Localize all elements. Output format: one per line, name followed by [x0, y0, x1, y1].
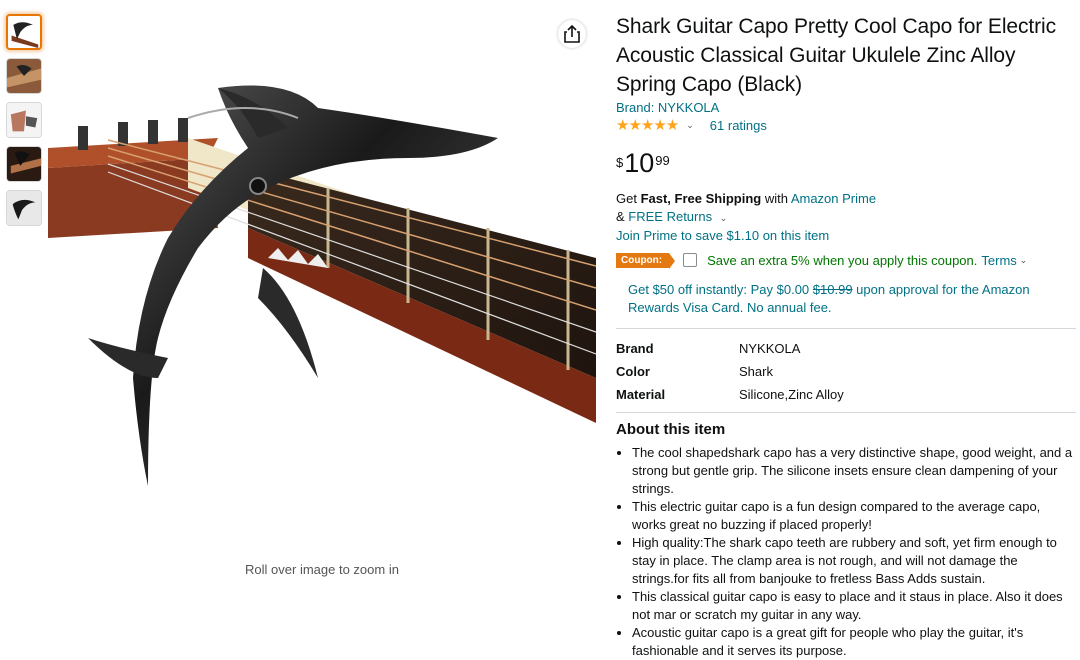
list-item: Acoustic guitar capo is a great gift for… [632, 624, 1076, 660]
spec-value: NYKKOLA [739, 340, 801, 356]
about-bullets: The cool shapedshark capo has a very dis… [616, 444, 1076, 660]
divider [616, 412, 1076, 413]
coupon-row: Coupon: Save an extra 5% when you apply … [616, 251, 1076, 269]
price-whole: 10 [624, 148, 655, 178]
star-rating-icon[interactable]: ★★★★★ [616, 116, 679, 134]
shipping-get-label: Get [616, 191, 641, 206]
thumbnail-4[interactable] [6, 146, 42, 182]
terms-chevron-icon[interactable]: ⌄ [1020, 255, 1028, 266]
guitar-neck-thumbnail-icon [7, 59, 41, 93]
ratings-count-link[interactable]: 61 ratings [710, 118, 767, 133]
shipping-with-label: with [761, 191, 791, 206]
chevron-down-icon[interactable]: ⌄ [686, 120, 694, 131]
product-specs-table: Brand NYKKOLA Color Shark Material Silic… [616, 337, 844, 406]
rating-row: ★★★★★ ⌄ 61 ratings [616, 116, 1076, 134]
shark-capo-image [48, 85, 597, 486]
divider [616, 328, 1076, 329]
spec-row-material: Material Silicone,Zinc Alloy [616, 383, 844, 406]
capo-closeup-thumbnail-icon [7, 191, 41, 225]
spec-row-color: Color Shark [616, 360, 844, 383]
guitar-body-thumbnail-icon [7, 147, 41, 181]
list-item: This classical guitar capo is easy to pl… [632, 588, 1076, 624]
price-fraction: 99 [655, 153, 670, 168]
price: $ 10 99 [616, 150, 1076, 177]
spec-key: Material [616, 386, 666, 402]
about-this-item-heading: About this item [616, 421, 726, 438]
join-prime-link[interactable]: Join Prime to save $1.10 on this item [616, 227, 1076, 245]
spec-value: Silicone,Zinc Alloy [739, 386, 844, 402]
card-offer-text-1: Get $50 off instantly: Pay $0.00 [628, 282, 813, 297]
card-offer[interactable]: Get $50 off instantly: Pay $0.00 $10.99 … [628, 281, 1076, 317]
shark-capo-thumbnail-icon [8, 16, 40, 48]
thumbnail-5[interactable] [6, 190, 42, 226]
list-item: The cool shapedshark capo has a very dis… [632, 444, 1076, 498]
thumbnail-1[interactable] [6, 14, 42, 50]
thumbnail-3[interactable] [6, 102, 42, 138]
product-title: Shark Guitar Capo Pretty Cool Capo for E… [616, 15, 1056, 96]
free-returns-link[interactable]: FREE Returns [628, 209, 712, 224]
shipping-amp-label: & [616, 209, 629, 224]
spec-value: Shark [739, 363, 773, 379]
card-offer-strike-price: $10.99 [812, 282, 853, 297]
share-button[interactable] [558, 20, 586, 48]
zoom-hint: Roll over image to zoom in [245, 562, 399, 577]
main-product-image[interactable] [48, 78, 597, 488]
detail-thumbnail-icon [7, 103, 41, 137]
coupon-text[interactable]: Save an extra 5% when you apply this cou… [707, 253, 977, 268]
coupon-checkbox[interactable] [683, 253, 698, 267]
product-details: Shark Guitar Capo Pretty Cool Capo for E… [616, 12, 1076, 660]
list-item: High quality:The shark capo teeth are ru… [632, 534, 1076, 588]
thumbnail-strip [6, 14, 44, 234]
thumbnail-2[interactable] [6, 58, 42, 94]
shipping-info: Get Fast, Free Shipping with Amazon Prim… [616, 190, 1076, 245]
amazon-prime-link[interactable]: Amazon Prime [791, 191, 876, 206]
spec-key: Color [616, 363, 650, 379]
fast-free-shipping-label: Fast, Free Shipping [640, 191, 762, 206]
spec-row-brand: Brand NYKKOLA [616, 337, 844, 360]
coupon-terms-link[interactable]: Terms [981, 253, 1016, 268]
brand-link[interactable]: Brand: NYKKOLA [616, 100, 1076, 115]
spec-key: Brand [616, 340, 654, 356]
coupon-badge: Coupon: [616, 252, 676, 269]
free-returns-chevron-icon[interactable]: ⌄ [720, 213, 728, 223]
share-icon [564, 25, 580, 43]
list-item: This electric guitar capo is a fun desig… [632, 498, 1076, 534]
price-currency: $ [616, 155, 624, 170]
